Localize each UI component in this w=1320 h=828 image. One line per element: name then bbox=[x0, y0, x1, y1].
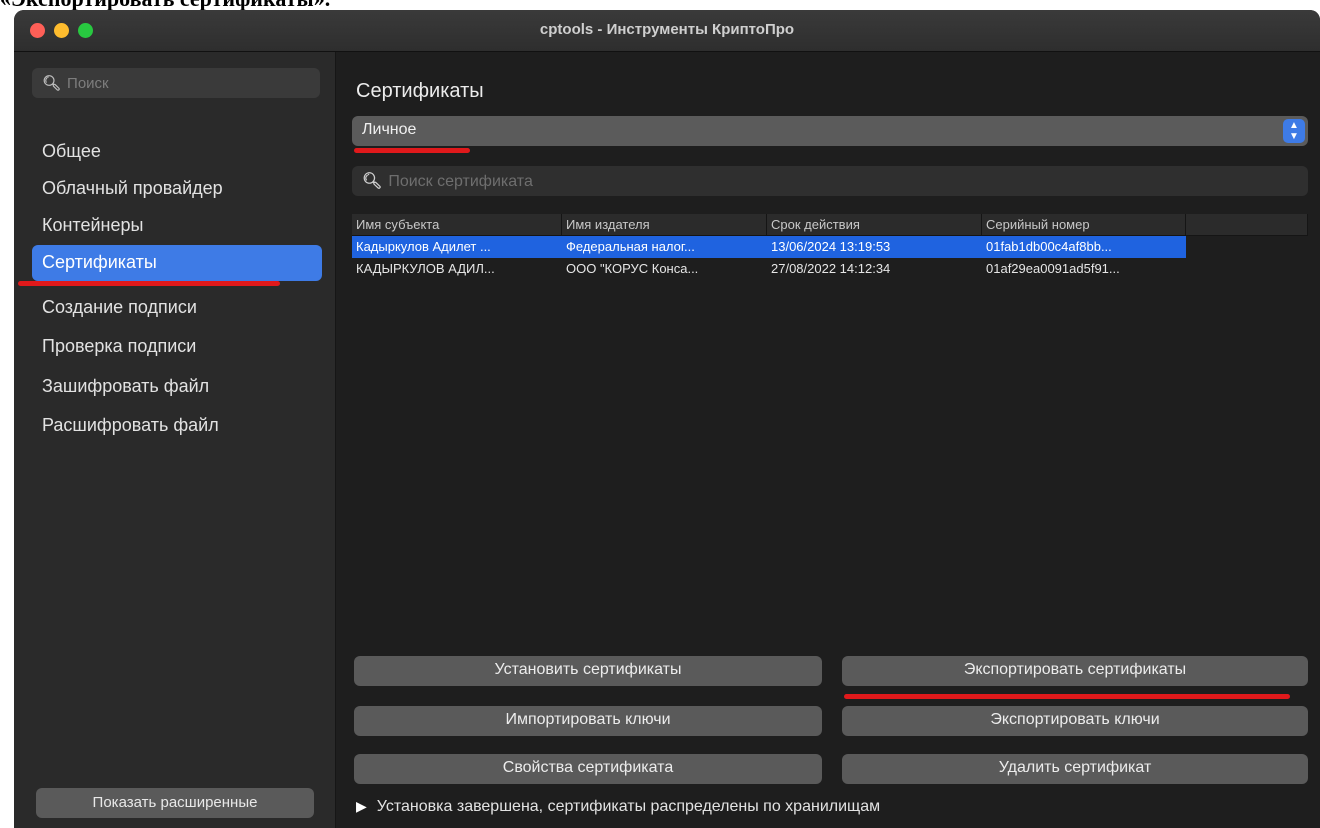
store-select-value: Личное bbox=[362, 121, 417, 138]
sidebar-item-verify-signature[interactable]: Проверка подписи bbox=[32, 329, 322, 365]
sidebar-search-input[interactable]: 🔍︎ Поиск bbox=[32, 68, 320, 98]
column-header-serial[interactable]: Серийный номер bbox=[982, 214, 1186, 235]
disclosure-triangle-icon[interactable]: ▶ bbox=[356, 798, 367, 814]
cell-issuer: ООО "КОРУС Конса... bbox=[566, 261, 699, 276]
annotation-underline bbox=[354, 148, 470, 153]
sidebar-item-encrypt-file[interactable]: Зашифровать файл bbox=[32, 369, 322, 405]
page-title: Сертификаты bbox=[356, 80, 484, 102]
cell-subject: КАДЫРКУЛОВ АДИЛ... bbox=[356, 261, 495, 276]
sidebar-search-placeholder: Поиск bbox=[67, 75, 109, 92]
column-header-spacer bbox=[1186, 214, 1308, 235]
install-certificates-button[interactable]: Установить сертификаты bbox=[354, 656, 822, 686]
status-bar: ▶ Установка завершена, сертификаты распре… bbox=[356, 798, 880, 816]
certificate-search-input[interactable]: 🔍︎ Поиск сертификата bbox=[352, 166, 1308, 196]
document-caption: «Экспортировать сертификаты». bbox=[0, 0, 700, 10]
search-icon: 🔍︎ bbox=[362, 173, 383, 190]
app-window: cptools - Инструменты КриптоПро 🔍︎ Поиск … bbox=[14, 10, 1320, 828]
certificates-table: Имя субъекта Имя издателя Срок действия … bbox=[352, 214, 1308, 280]
column-header-issuer[interactable]: Имя издателя bbox=[562, 214, 767, 235]
cell-validity: 13/06/2024 13:19:53 bbox=[767, 236, 982, 258]
certificate-properties-button[interactable]: Свойства сертификата bbox=[354, 754, 822, 784]
table-header: Имя субъекта Имя издателя Срок действия … bbox=[352, 214, 1308, 236]
cell-subject: Кадыркулов Адилет ... bbox=[352, 236, 562, 258]
annotation-underline bbox=[844, 694, 1290, 699]
show-advanced-button[interactable]: Показать расширенные bbox=[36, 788, 314, 818]
table-row[interactable]: КАДЫРКУЛОВ АДИЛ... ООО "КОРУС Конса... 2… bbox=[352, 258, 1308, 280]
cell-issuer: Федеральная налог... bbox=[562, 236, 767, 258]
column-header-validity[interactable]: Срок действия bbox=[767, 214, 982, 235]
sidebar-item-general[interactable]: Общее bbox=[32, 134, 322, 170]
cell-validity: 27/08/2022 14:12:34 bbox=[771, 261, 891, 276]
import-keys-button[interactable]: Импортировать ключи bbox=[354, 706, 822, 736]
column-header-subject[interactable]: Имя субъекта bbox=[352, 214, 562, 235]
certificate-search-placeholder: Поиск сертификата bbox=[388, 173, 533, 190]
store-select[interactable]: Личное ▲ ▼ bbox=[352, 116, 1308, 146]
cell-serial: 01fab1db00c4af8bb... bbox=[982, 236, 1186, 258]
sidebar: 🔍︎ Поиск Общее Облачный провайдер Контейн… bbox=[14, 52, 336, 828]
title-bar: cptools - Инструменты КриптоПро bbox=[14, 10, 1320, 52]
main-panel: Сертификаты Личное ▲ ▼ 🔍︎ Поиск сертификат… bbox=[336, 52, 1320, 828]
table-row[interactable]: Кадыркулов Адилет ... Федеральная налог.… bbox=[352, 236, 1308, 258]
sidebar-item-certificates[interactable]: Сертификаты bbox=[32, 245, 322, 281]
sidebar-item-decrypt-file[interactable]: Расшифровать файл bbox=[32, 408, 322, 444]
export-keys-button[interactable]: Экспортировать ключи bbox=[842, 706, 1308, 736]
delete-certificate-button[interactable]: Удалить сертификат bbox=[842, 754, 1308, 784]
stepper-icon[interactable]: ▲ ▼ bbox=[1283, 119, 1305, 143]
search-icon: 🔍︎ bbox=[42, 75, 62, 92]
sidebar-item-create-signature[interactable]: Создание подписи bbox=[32, 290, 322, 326]
cell-serial: 01af29ea0091ad5f91... bbox=[986, 261, 1120, 276]
sidebar-item-containers[interactable]: Контейнеры bbox=[32, 208, 322, 244]
export-certificates-button[interactable]: Экспортировать сертификаты bbox=[842, 656, 1308, 686]
status-text: Установка завершена, сертификаты распред… bbox=[376, 798, 881, 815]
annotation-underline bbox=[18, 281, 280, 286]
window-title: cptools - Инструменты КриптоПро bbox=[539, 21, 795, 38]
sidebar-item-cloud-provider[interactable]: Облачный провайдер bbox=[32, 171, 322, 207]
